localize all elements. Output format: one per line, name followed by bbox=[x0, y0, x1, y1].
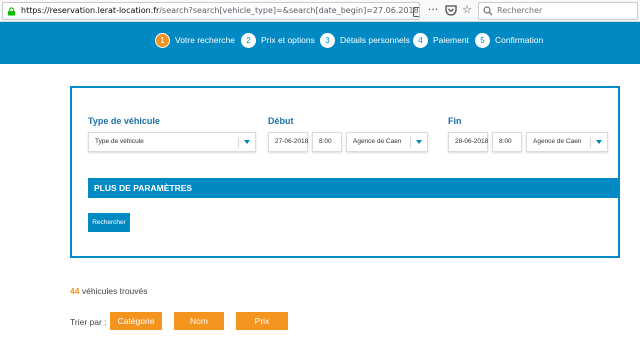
search-button[interactable]: Rechercher bbox=[88, 213, 130, 232]
step-number: 1 bbox=[155, 32, 170, 48]
begin-label: Début bbox=[268, 116, 294, 126]
step-number: 4 bbox=[413, 32, 428, 48]
sort-category-button[interactable]: Catégorie bbox=[110, 312, 162, 330]
step-confirmation[interactable]: 5 Confirmation bbox=[475, 32, 543, 48]
results-text: véhicules trouvés bbox=[81, 286, 148, 296]
step-label: Détails personnels bbox=[340, 35, 410, 45]
vehicle-type-label: Type de véhicule bbox=[88, 116, 160, 126]
end-time-value: 8:00 bbox=[499, 138, 512, 145]
end-label: Fin bbox=[448, 116, 462, 126]
step-number: 3 bbox=[320, 32, 335, 48]
address-bar[interactable]: https://reservation.lerat-location.fr/se… bbox=[2, 2, 420, 20]
sort-name-button[interactable]: Nom bbox=[174, 312, 224, 330]
url-text: https://reservation.lerat-location.fr/se… bbox=[21, 6, 419, 15]
results-count: 44 véhicules trouvés bbox=[70, 286, 148, 296]
pocket-icon[interactable] bbox=[444, 3, 458, 17]
select-divider bbox=[410, 137, 411, 148]
step-paiement[interactable]: 4 Paiement bbox=[413, 32, 469, 48]
step-prix-et-options[interactable]: 2 Prix et options bbox=[241, 32, 315, 48]
step-number: 5 bbox=[475, 32, 490, 48]
select-divider bbox=[590, 137, 591, 148]
search-icon bbox=[483, 6, 493, 16]
bookmark-star-icon[interactable]: ☆ bbox=[460, 3, 474, 17]
begin-time-input[interactable]: 8:00 bbox=[312, 132, 342, 152]
more-params-toggle[interactable]: PLUS DE PARAMÈTRES bbox=[88, 178, 618, 198]
vehicle-type-value: Type de véhicule bbox=[95, 138, 144, 145]
url-domain: https://reservation.lerat-location.fr bbox=[21, 6, 160, 15]
begin-date-value: 27-06-2018 bbox=[275, 138, 309, 145]
begin-date-input[interactable]: 27-06-2018 bbox=[268, 132, 308, 152]
begin-agency-select[interactable]: Agence de Caen bbox=[346, 132, 428, 152]
begin-agency-value: Agence de Caen bbox=[353, 138, 402, 145]
sort-label: Trier par : bbox=[70, 317, 107, 327]
step-votre-recherche[interactable]: 1 Votre recherche bbox=[155, 32, 235, 48]
end-date-input[interactable]: 28-06-2018 bbox=[448, 132, 488, 152]
begin-time-value: 8:00 bbox=[319, 138, 332, 145]
end-date-value: 28-06-2018 bbox=[455, 138, 489, 145]
search-placeholder: Rechercher bbox=[497, 6, 543, 15]
chevron-down-icon bbox=[416, 140, 422, 144]
reader-view-icon[interactable] bbox=[413, 7, 419, 17]
vehicle-type-select[interactable]: Type de véhicule bbox=[88, 132, 256, 152]
step-label: Votre recherche bbox=[175, 35, 236, 45]
end-agency-value: Agence de Caen bbox=[533, 138, 582, 145]
browser-toolbar: https://reservation.lerat-location.fr/se… bbox=[0, 0, 640, 22]
select-divider bbox=[238, 137, 239, 148]
url-path: /search?search[vehicle_type]=&search[dat… bbox=[159, 6, 419, 15]
step-label: Confirmation bbox=[495, 35, 544, 45]
booking-steps-bar: 1 Votre recherche 2 Prix et options 3 Dé… bbox=[0, 22, 640, 64]
chevron-down-icon bbox=[244, 140, 250, 144]
step-label: Prix et options bbox=[261, 35, 315, 45]
step-number: 2 bbox=[241, 32, 256, 48]
chevron-down-icon bbox=[596, 140, 602, 144]
search-panel: Type de véhicule Type de véhicule Début … bbox=[70, 86, 620, 258]
browser-search-input[interactable]: Rechercher bbox=[478, 2, 638, 20]
lock-icon bbox=[7, 7, 16, 16]
more-options-icon[interactable]: ··· bbox=[426, 3, 440, 17]
sort-price-button[interactable]: Prix bbox=[236, 312, 288, 330]
end-time-input[interactable]: 8:00 bbox=[492, 132, 522, 152]
step-label: Paiement bbox=[433, 35, 469, 45]
end-agency-select[interactable]: Agence de Caen bbox=[526, 132, 608, 152]
results-number: 44 bbox=[70, 286, 80, 296]
step-details-personnels[interactable]: 3 Détails personnels bbox=[320, 32, 410, 48]
